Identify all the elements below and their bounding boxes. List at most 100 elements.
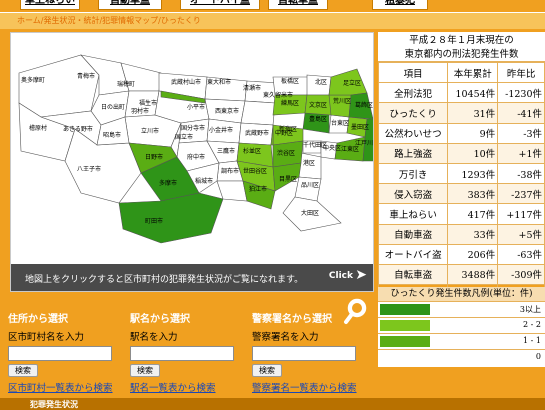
- diff-cell: +5件: [497, 223, 545, 245]
- search-label: 区市町村名を入力: [8, 332, 85, 343]
- map-place-label[interactable]: 江東区: [341, 145, 359, 153]
- search-input[interactable]: [8, 346, 112, 361]
- table-row: 全刑法犯 10454件 -1230件: [377, 82, 545, 104]
- map-place-label[interactable]: 板橋区: [281, 77, 299, 85]
- map-place-label[interactable]: 多摩市: [159, 179, 177, 187]
- map-info-bar: 地図上をクリックすると区市町村の犯罪発生状況がご覧になれます。 Click ➤: [11, 264, 373, 291]
- map-place-label[interactable]: 国分寺市: [181, 124, 205, 132]
- map-place-label[interactable]: 東久留米市: [263, 91, 293, 99]
- map-place-label[interactable]: 世田谷区: [243, 167, 267, 175]
- stats-header-row: 項目 本年累計 昨年比: [377, 61, 545, 84]
- count-cell: 10件: [447, 142, 499, 164]
- tab-2[interactable]: オートバイ盗: [180, 0, 260, 10]
- map-place-label[interactable]: 檜原村: [29, 124, 47, 132]
- map-place-label[interactable]: 三鷹市: [217, 147, 235, 155]
- map-place-label[interactable]: 荒川区: [333, 97, 351, 105]
- tab-4[interactable]: 粗暴犯: [372, 0, 428, 10]
- tab-3[interactable]: 自転車盗: [268, 0, 328, 10]
- region-shinagawa: [294, 176, 322, 202]
- map-place-label[interactable]: 小金井市: [209, 126, 233, 134]
- legend-swatch: [380, 336, 430, 347]
- search-input[interactable]: [252, 346, 356, 361]
- stats-title-line2: 東京都内の刑法犯発生件数: [404, 49, 519, 60]
- legend-label: 3以上: [519, 305, 541, 314]
- legend-title: ひったくり発生件数凡例(単位：件): [378, 287, 545, 301]
- search-label: 駅名を入力: [130, 332, 178, 343]
- search-label: 警察署名を入力: [252, 332, 319, 343]
- map-place-label[interactable]: 青梅市: [77, 72, 95, 80]
- table-row: 公然わいせつ 9件 -3件: [377, 122, 545, 144]
- map-place-label[interactable]: 稲城市: [195, 177, 213, 185]
- map-place-label[interactable]: 台東区: [331, 119, 349, 127]
- map-place-label[interactable]: 福生市: [139, 99, 157, 107]
- search-button[interactable]: 検索: [8, 364, 38, 377]
- list-search-link[interactable]: 警察署名一覧表から検索: [252, 380, 372, 394]
- table-row: 万引き 1293件 -38件: [377, 162, 545, 185]
- map-place-label[interactable]: 北区: [315, 78, 327, 86]
- search-button[interactable]: 検索: [130, 364, 160, 377]
- map-place-label[interactable]: 大田区: [301, 209, 319, 217]
- map-place-label[interactable]: 八王子市: [77, 165, 101, 173]
- map-place-label[interactable]: 東大和市: [207, 78, 231, 86]
- crime-type-cell: 侵入窃盗: [377, 183, 449, 205]
- map-place-label[interactable]: 昭島市: [103, 131, 121, 139]
- map-place-label[interactable]: 日の出町: [101, 103, 125, 111]
- map-place-label[interactable]: 小平市: [187, 103, 205, 111]
- map-place-label[interactable]: 港区: [303, 159, 315, 167]
- map-place-label[interactable]: 瑞穂町: [117, 80, 135, 88]
- map-place-label[interactable]: 調布市: [221, 167, 239, 175]
- crime-map[interactable]: 奥多摩町 青梅市瑞穂町 武蔵村山市 東大和市清瀬市 東久留米市 板橋区 北区 足立区葛飾区檜原…: [10, 32, 374, 292]
- map-place-label[interactable]: 葛飾区: [355, 101, 373, 109]
- search-input[interactable]: [130, 346, 234, 361]
- map-place-label[interactable]: 西東京市: [215, 107, 239, 115]
- map-place-label[interactable]: 武蔵村山市: [171, 78, 201, 86]
- map-place-label[interactable]: 品川区: [301, 182, 319, 189]
- map-place-label[interactable]: 狛江市: [249, 185, 267, 193]
- map-place-label[interactable]: 立川市: [141, 127, 159, 135]
- map-place-label[interactable]: あきる野市: [63, 125, 93, 133]
- count-cell: 31件: [447, 102, 499, 124]
- legend-swatch: [380, 304, 430, 315]
- region-higashikurume: [240, 100, 276, 126]
- crime-type-cell: 公然わいせつ: [377, 122, 449, 144]
- list-search-link[interactable]: 区市町村一覧表から検索: [8, 380, 128, 394]
- map-place-label[interactable]: 国立市: [175, 133, 193, 141]
- map-place-label[interactable]: 日野市: [145, 153, 163, 161]
- tab-1[interactable]: 自動車盗: [98, 0, 162, 10]
- map-place-label[interactable]: 目黒区: [279, 176, 297, 183]
- map-place-label[interactable]: 奥多摩町: [21, 76, 45, 84]
- map-legend: ひったくり発生件数凡例(単位：件) 3以上 2 - 2 1 - 1 0: [378, 287, 545, 367]
- map-message: 地図上をクリックすると区市町村の犯罪発生状況がご覧になれます。: [25, 275, 304, 285]
- map-place-label[interactable]: 豊島区: [309, 115, 327, 123]
- count-cell: 383件: [447, 183, 499, 205]
- stats-table: 項目 本年累計 昨年比 全刑法犯 10454件 -1230件 ひったくり 31件 -41件 公然わ…: [377, 61, 545, 306]
- map-place-label[interactable]: 杉並区: [243, 147, 261, 155]
- tokyo-map-svg[interactable]: 奥多摩町 青梅市瑞穂町 武蔵村山市 東大和市清瀬市東久留米市 板橋区 北区 足立区葛飾区檜原…: [11, 33, 374, 266]
- map-place-label[interactable]: 武蔵野市: [245, 129, 269, 137]
- diff-cell: -63件: [497, 243, 545, 265]
- region-machida: [118, 192, 224, 244]
- map-place-label[interactable]: 中央区: [323, 144, 341, 152]
- map-place-label[interactable]: 府中市: [187, 153, 205, 161]
- search-button[interactable]: 検索: [252, 364, 282, 377]
- map-place-label[interactable]: 町田市: [145, 217, 163, 225]
- legend-row: 0: [378, 349, 545, 365]
- list-search-link[interactable]: 駅名一覧表から検索: [130, 380, 250, 394]
- map-place-label[interactable]: 渋谷区: [277, 149, 295, 157]
- map-place-label[interactable]: 羽村市: [131, 107, 149, 115]
- breadcrumb-text[interactable]: ホーム/発生状況・統計/犯罪情報マップ/ひったくり: [17, 15, 201, 26]
- map-place-label[interactable]: 新宿区: [279, 125, 297, 133]
- table-row: オートバイ盗 206件 -63件: [377, 243, 545, 265]
- count-cell: 3488件: [447, 263, 499, 286]
- table-row: 路上強盗 10件 +1件: [377, 142, 545, 164]
- map-place-label[interactable]: 練馬区: [281, 99, 299, 107]
- tab-0[interactable]: 車上ねらい: [20, 0, 80, 10]
- map-place-label[interactable]: 足立区: [343, 79, 361, 87]
- search-column-0: 住所から選択 区市町村名を入力 検索 区市町村一覧表から検索: [8, 310, 128, 394]
- stats-title-line1: 平成２８年１月末現在の: [409, 35, 514, 46]
- map-place-label[interactable]: 文京区: [309, 101, 327, 109]
- diff-cell: -3件: [497, 122, 545, 144]
- breadcrumb: ホーム/発生状況・統計/犯罪情報マップ/ひったくり: [0, 12, 545, 29]
- map-place-label[interactable]: 清瀬市: [243, 84, 261, 92]
- map-place-label[interactable]: 墨田区: [351, 124, 369, 131]
